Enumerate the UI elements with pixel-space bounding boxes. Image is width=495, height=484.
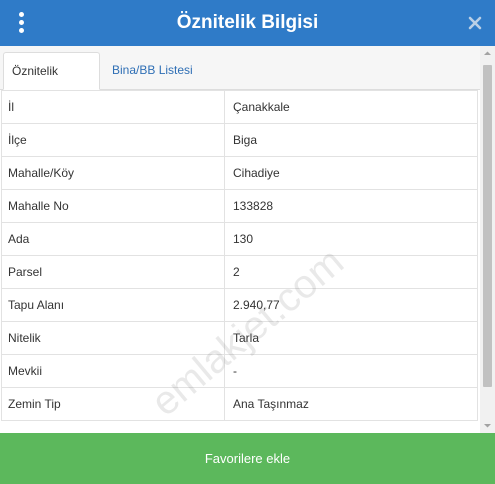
table-row: Zemin Tip Ana Taşınmaz <box>1 387 478 421</box>
table-row: Ada 130 <box>1 222 478 256</box>
attribute-table-container: İl Çanakkale İlçe Biga Mahalle/Köy Cihad… <box>0 90 480 433</box>
dialog-header: Öznitelik Bilgisi <box>0 0 495 46</box>
attribute-key: İlçe <box>1 123 225 157</box>
attribute-key: Nitelik <box>1 321 225 355</box>
attribute-key: Ada <box>1 222 225 256</box>
attribute-key: Mahalle/Köy <box>1 156 225 190</box>
attribute-value: 133828 <box>224 189 478 223</box>
attribute-value: Cihadiye <box>224 156 478 190</box>
attribute-value: Biga <box>224 123 478 157</box>
scrollbar-thumb[interactable] <box>483 65 492 387</box>
attribute-key: Tapu Alanı <box>1 288 225 322</box>
tab-building-list[interactable]: Bina/BB Listesi <box>104 52 201 90</box>
attribute-info-dialog: Öznitelik Bilgisi Öznitelik Bilgisi Bina… <box>0 0 495 484</box>
table-row: İl Çanakkale <box>1 90 478 124</box>
table-row: Nitelik Tarla <box>1 321 478 355</box>
attribute-value: 130 <box>224 222 478 256</box>
table-row: Mahalle/Köy Cihadiye <box>1 156 478 190</box>
scroll-up-arrow-icon[interactable] <box>480 46 495 61</box>
scroll-down-arrow-icon[interactable] <box>480 418 495 433</box>
tab-bar: Öznitelik Bilgisi Bina/BB Listesi <box>0 46 495 114</box>
attribute-value: Çanakkale <box>224 90 478 124</box>
table-row: İlçe Biga <box>1 123 478 157</box>
attribute-key: İl <box>1 90 225 124</box>
attribute-value: Ana Taşınmaz <box>224 387 478 421</box>
attribute-value: - <box>224 354 478 388</box>
attribute-key: Parsel <box>1 255 225 289</box>
attribute-value: Tarla <box>224 321 478 355</box>
table-row: Parsel 2 <box>1 255 478 289</box>
vertical-scrollbar[interactable] <box>480 46 495 433</box>
attribute-key: Mahalle No <box>1 189 225 223</box>
table-row: Mevkii - <box>1 354 478 388</box>
attribute-key: Zemin Tip <box>1 387 225 421</box>
tab-attribute-info[interactable]: Öznitelik Bilgisi <box>3 52 100 114</box>
attribute-value: 2.940,77 <box>224 288 478 322</box>
dialog-title: Öznitelik Bilgisi <box>176 12 319 33</box>
attribute-table: İl Çanakkale İlçe Biga Mahalle/Köy Cihad… <box>1 90 478 421</box>
close-icon[interactable] <box>465 13 485 33</box>
table-row: Mahalle No 133828 <box>1 189 478 223</box>
add-to-favorites-button[interactable]: Favorilere ekle <box>0 433 495 484</box>
table-row: Tapu Alanı 2.940,77 <box>1 288 478 322</box>
attribute-key: Mevkii <box>1 354 225 388</box>
attribute-value: 2 <box>224 255 478 289</box>
